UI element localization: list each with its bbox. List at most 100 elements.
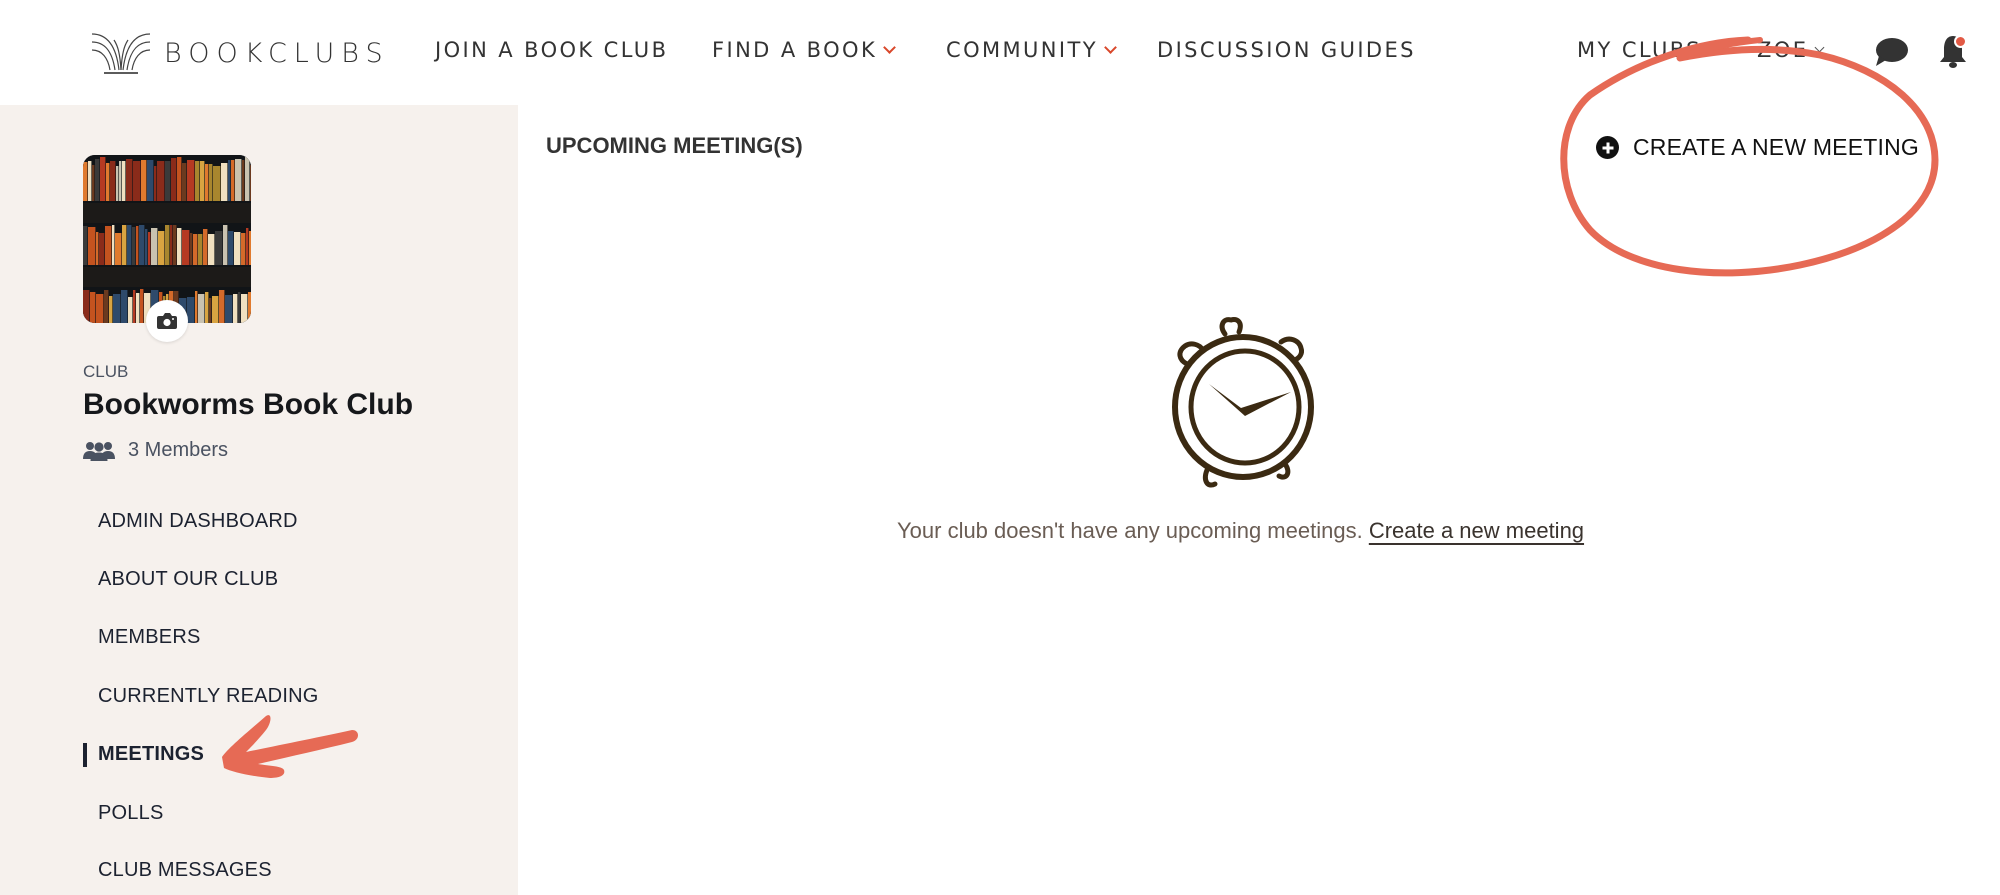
book-spine	[148, 232, 151, 265]
book-spine	[88, 161, 92, 201]
create-new-meeting-link[interactable]: Create a new meeting	[1369, 518, 1584, 543]
plus-circle-icon	[1596, 136, 1619, 159]
book-spine	[250, 165, 251, 201]
book-spine	[242, 160, 245, 201]
book-spine	[249, 231, 251, 265]
book-spine	[116, 166, 119, 201]
book-spine	[241, 233, 246, 265]
book-spine	[100, 157, 106, 201]
book-spine	[112, 225, 115, 265]
book-spine	[198, 234, 203, 265]
book-spine	[203, 229, 208, 265]
club-sidebar: CLUB Bookworms Book Club 3 Members ADMIN…	[0, 105, 518, 895]
book-spine	[219, 290, 225, 323]
nav-find-a-book[interactable]: FIND A BOOK	[712, 38, 897, 62]
nav-label: COMMUNITY	[946, 38, 1098, 62]
book-spine	[122, 225, 127, 265]
book-spine	[177, 228, 182, 265]
nav-my-clubs[interactable]: MY CLUBS	[1577, 38, 1719, 62]
book-spine	[208, 234, 215, 265]
book-spine	[96, 232, 99, 265]
sidebar-item-currently-reading[interactable]: CURRENTLY READING	[98, 685, 318, 708]
logo-text: BOOKCLUBS	[164, 37, 390, 69]
club-photo	[83, 155, 251, 323]
book-spine	[228, 160, 231, 201]
sidebar-item-members[interactable]: MEMBERS	[98, 626, 201, 649]
book-spine	[173, 225, 177, 265]
book-spine	[241, 294, 248, 323]
empty-state-message: Your club doesn't have any upcoming meet…	[897, 518, 1584, 544]
book-spine	[151, 228, 158, 265]
book-spine	[99, 233, 105, 265]
chevron-down-icon	[1104, 40, 1117, 54]
nav-discussion-guides[interactable]: DISCUSSION GUIDES	[1157, 38, 1416, 62]
book-spine	[205, 164, 209, 201]
book-spine	[212, 296, 219, 323]
book-spine	[195, 291, 198, 323]
sidebar-item-meetings[interactable]: MEETINGS	[98, 743, 204, 766]
sidebar-item-about-our-club[interactable]: ABOUT OUR CLUB	[98, 568, 278, 591]
book-spine	[238, 292, 241, 323]
alarm-clock-icon	[1172, 317, 1314, 488]
book-spine	[115, 233, 122, 265]
book-spine	[246, 228, 249, 265]
book-spine	[127, 225, 132, 265]
upcoming-meetings-heading: UPCOMING MEETING(S)	[546, 133, 803, 158]
book-spine	[119, 161, 122, 201]
nav-community[interactable]: COMMUNITY	[946, 38, 1117, 62]
book-spine	[141, 160, 147, 201]
book-spine	[215, 231, 223, 265]
bookclubs-logo[interactable]: BOOKCLUBS	[90, 28, 390, 78]
book-spine	[235, 159, 242, 201]
chat-bubble-icon	[1876, 38, 1908, 66]
book-spine	[182, 163, 187, 201]
book-spine	[234, 232, 241, 265]
book-spine	[145, 229, 148, 265]
book-spine	[92, 165, 95, 201]
create-a-new-meeting-button[interactable]: CREATE A NEW MEETING	[1596, 134, 1919, 161]
book-spine	[223, 225, 228, 265]
book-spine	[104, 290, 109, 323]
nav-label: DISCUSSION GUIDES	[1157, 38, 1416, 62]
book-spine	[83, 290, 90, 323]
book-spine	[126, 159, 133, 201]
sidebar-item-club-messages[interactable]: CLUB MESSAGES	[98, 859, 272, 882]
book-spine	[136, 293, 140, 323]
book-spine	[110, 161, 116, 201]
book-spine	[133, 161, 141, 201]
members-count[interactable]: 3 Members	[83, 439, 228, 462]
book-spine	[132, 227, 136, 265]
book-spine	[209, 298, 212, 323]
book-spine	[121, 290, 128, 323]
book-spine	[231, 160, 235, 201]
notification-dot	[1954, 35, 1967, 48]
messages-button[interactable]	[1873, 36, 1909, 73]
create-button-label: CREATE A NEW MEETING	[1633, 134, 1919, 160]
active-indicator	[83, 743, 87, 767]
book-spine	[83, 162, 88, 201]
camera-icon	[157, 313, 177, 329]
nav-label: MY CLUBS	[1577, 38, 1702, 62]
fountain-logo-icon	[91, 33, 151, 74]
sidebar-item-polls[interactable]: POLLS	[98, 802, 163, 825]
book-spine	[213, 166, 221, 201]
book-spine	[113, 294, 121, 323]
book-spine	[228, 231, 234, 265]
user-menu[interactable]: ZOE	[1757, 38, 1825, 62]
change-photo-button[interactable]	[146, 300, 188, 342]
chevron-down-icon	[883, 40, 897, 54]
book-spine	[187, 297, 195, 323]
sidebar-item-admin-dashboard[interactable]: ADMIN DASHBOARD	[98, 510, 298, 533]
book-spine	[96, 294, 104, 323]
book-spine	[105, 226, 112, 265]
book-spine	[245, 157, 250, 201]
nav-join-a-book-club[interactable]: JOIN A BOOK CLUB	[435, 38, 668, 62]
empty-state-text: Your club doesn't have any upcoming meet…	[897, 518, 1363, 543]
book-spine	[158, 231, 165, 265]
users-group-icon	[83, 441, 115, 461]
book-spine	[190, 233, 193, 265]
book-spine	[128, 297, 133, 323]
book-spine	[205, 292, 209, 323]
book-spine	[171, 158, 177, 201]
notifications-button[interactable]	[1937, 32, 1973, 77]
